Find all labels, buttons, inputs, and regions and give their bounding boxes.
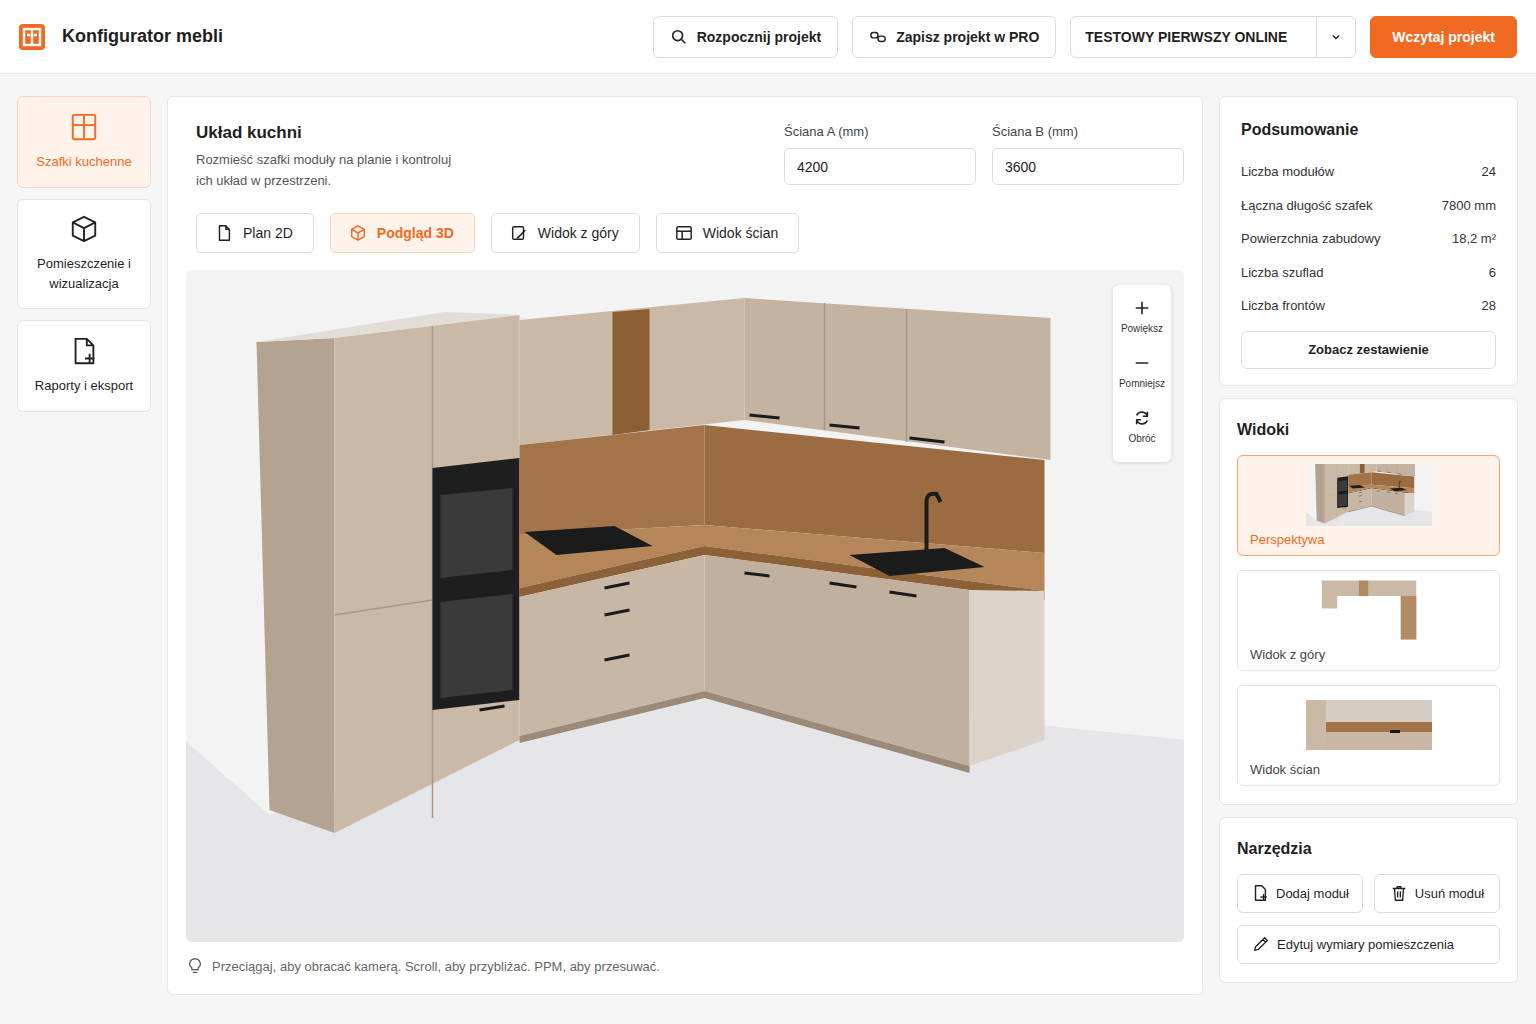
- file-icon: [215, 224, 233, 242]
- viewport-controls: Powiększ Pomniejsz Obróć: [1113, 285, 1171, 462]
- wall-label: Ściana A (mm): [784, 123, 976, 141]
- minus-icon: [1133, 354, 1151, 372]
- brand: Konfigurator mebli: [18, 23, 223, 51]
- view-tab[interactable]: Plan 2D: [196, 213, 314, 253]
- project-select[interactable]: TESTOWY PIERWSZY ONLINE: [1070, 16, 1356, 58]
- workspace: Szafki kuchenne Pomieszczenie i wizualiz…: [0, 74, 1536, 1024]
- walls-view-thumbnail: [1306, 694, 1432, 756]
- layout-header: Układ kuchni Rozmieść szafki moduły na p…: [186, 115, 1184, 191]
- top-bar: Konfigurator mebli Rozpocznij projekt Za…: [0, 0, 1536, 74]
- wall-label: Ściana B (mm): [992, 123, 1184, 141]
- image-edit-icon: [510, 224, 528, 242]
- remove-module-button[interactable]: Usuń moduł: [1374, 874, 1500, 913]
- edit-room-button[interactable]: Edytuj wymiary pomieszczenia: [1237, 925, 1500, 964]
- layout-icon: [675, 224, 693, 242]
- summary-row: Liczba szuflad 6: [1241, 256, 1496, 290]
- rotate-icon: [1133, 409, 1151, 427]
- kitchen-render[interactable]: [1306, 464, 1432, 526]
- summary-row: Łączna długość szafek 7800 mm: [1241, 189, 1496, 223]
- view-item[interactable]: Widok ścian: [1237, 685, 1500, 786]
- right-column: Podsumowanie Liczba modułów 24Łączna dłu…: [1219, 96, 1518, 983]
- chevron-down-icon: [1328, 29, 1344, 45]
- cube-icon: [349, 224, 367, 242]
- view-tab[interactable]: Widok z góry: [491, 213, 640, 253]
- views-card: Widoki Perspektywa Widok z góry Widok śc…: [1219, 398, 1518, 805]
- viewport-control[interactable]: Pomniejsz: [1113, 346, 1171, 401]
- viewport-3d[interactable]: Powiększ Pomniejsz Obróć: [186, 270, 1184, 942]
- app: Konfigurator mebli Rozpocznij projekt Za…: [0, 0, 1536, 1024]
- project-select-value: TESTOWY PIERWSZY ONLINE: [1071, 29, 1316, 45]
- save-pro-button[interactable]: Zapisz projekt w PRO: [852, 16, 1056, 58]
- sidebar-item[interactable]: Szafki kuchenne: [17, 96, 151, 188]
- logo-icon: [18, 23, 46, 51]
- search-icon: [670, 28, 688, 46]
- view-tabs: Plan 2D Podgląd 3D Widok z góry Widok śc…: [196, 213, 1184, 253]
- wall-field: Ściana A (mm) 4200: [784, 123, 976, 191]
- app-title: Konfigurator mebli: [62, 26, 223, 47]
- add-module-button[interactable]: Dodaj moduł: [1237, 874, 1363, 913]
- summary-title: Podsumowanie: [1241, 119, 1496, 141]
- cube-icon: [69, 214, 99, 244]
- sidebar-item[interactable]: Pomieszczenie i wizualizacja: [17, 199, 151, 309]
- sidebar: Szafki kuchenne Pomieszczenie i wizualiz…: [17, 96, 151, 412]
- start-project-button[interactable]: Rozpocznij projekt: [653, 16, 838, 58]
- view-item[interactable]: Perspektywa: [1237, 455, 1500, 556]
- hint: Przeciągaj, aby obracać kamerą. Scroll, …: [186, 956, 1184, 976]
- summary-row: Liczba frontów 28: [1241, 289, 1496, 323]
- kitchen-render[interactable]: [186, 270, 1184, 942]
- summary-row: Powierzchnia zabudowy 18,2 m²: [1241, 222, 1496, 256]
- summary-row: Liczba modułów 24: [1241, 155, 1496, 189]
- viewport-control[interactable]: Obróć: [1113, 401, 1171, 456]
- view-item[interactable]: Widok z góry: [1237, 570, 1500, 671]
- views-title: Widoki: [1237, 419, 1500, 441]
- trash-icon: [1390, 884, 1408, 902]
- lightbulb-icon: [186, 957, 204, 975]
- wall-fields: Ściana A (mm) 4200Ściana B (mm) 3600: [784, 123, 1184, 191]
- pencil-icon: [1252, 935, 1270, 953]
- viewport-control[interactable]: Powiększ: [1113, 291, 1171, 346]
- cabinet-icon: [69, 112, 99, 142]
- file-plus-icon: [1251, 884, 1269, 902]
- layout-title: Układ kuchni: [196, 123, 471, 143]
- tools-title: Narzędzia: [1237, 838, 1500, 860]
- view-tab[interactable]: Widok ścian: [656, 213, 799, 253]
- wall-input[interactable]: 3600: [992, 148, 1184, 185]
- summary-card: Podsumowanie Liczba modułów 24Łączna dłu…: [1219, 96, 1518, 386]
- plus-icon: [1133, 299, 1151, 317]
- top-view-thumbnail: [1306, 579, 1432, 641]
- sidebar-item[interactable]: Raporty i eksport: [17, 320, 151, 412]
- load-project-button[interactable]: Wczytaj projekt: [1370, 16, 1517, 58]
- tools-card: Narzędzia Dodaj moduł Usuń moduł Edytuj …: [1219, 817, 1518, 983]
- layout-panel: Układ kuchni Rozmieść szafki moduły na p…: [167, 96, 1203, 995]
- summary-button[interactable]: Zobacz zestawienie: [1241, 331, 1496, 369]
- wall-field: Ściana B (mm) 3600: [992, 123, 1184, 191]
- layout-description: Rozmieść szafki moduły na planie i kontr…: [196, 149, 471, 191]
- select-chevron[interactable]: [1316, 17, 1355, 57]
- view-tab[interactable]: Podgląd 3D: [330, 213, 475, 253]
- file-plus-icon: [69, 336, 99, 366]
- perspective-thumbnail: [1306, 464, 1432, 526]
- wall-input[interactable]: 4200: [784, 148, 976, 185]
- link-icon: [869, 28, 887, 46]
- header-actions: Rozpocznij projekt Zapisz projekt w PRO …: [653, 16, 1517, 58]
